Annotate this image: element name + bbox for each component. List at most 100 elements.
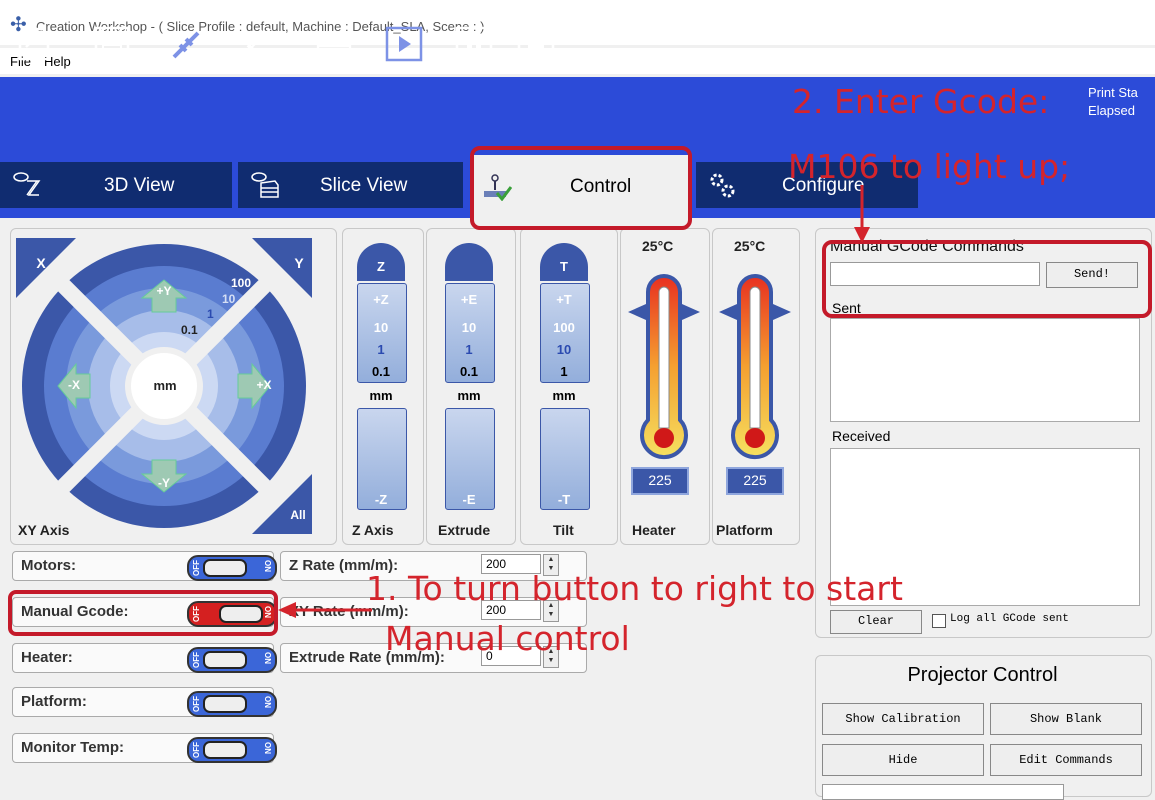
tilt-minus-button[interactable]: -T xyxy=(540,492,588,507)
monitor-temp-row: Monitor Temp: OFF ON xyxy=(12,733,277,763)
xy-all-home-button[interactable]: All xyxy=(283,508,313,522)
tilt-plus-button[interactable]: +T xyxy=(540,292,588,307)
z-home-label: Z xyxy=(377,259,385,274)
print-status: Print Sta Elapsed xyxy=(1088,84,1138,120)
annotation-step2-line1: 2. Enter Gcode: xyxy=(792,82,1050,121)
pause-icon[interactable] xyxy=(454,25,494,63)
platform-setpoint-value: 225 xyxy=(743,472,767,488)
tilt-step-10[interactable]: 10 xyxy=(540,342,588,357)
eye-hourglass-icon xyxy=(13,172,41,196)
switch-on-text: ON xyxy=(263,560,272,572)
switch-off-text: OFF xyxy=(192,560,201,576)
show-calibration-button[interactable]: Show Calibration xyxy=(822,703,984,735)
z-step-10[interactable]: 10 xyxy=(357,320,405,335)
heater-toggle-label: Heater: xyxy=(21,649,73,666)
xy-step-100[interactable]: 100 xyxy=(231,276,251,290)
tilt-step-100[interactable]: 100 xyxy=(540,320,588,335)
platform-setpoint[interactable]: 225 xyxy=(726,467,784,495)
heater-label: Heater xyxy=(632,522,676,538)
stop-icon[interactable] xyxy=(516,25,556,63)
z-axis-label: Z Axis xyxy=(352,522,394,538)
xy-step-0-1[interactable]: 0.1 xyxy=(181,323,198,337)
platform-temp: 25°C xyxy=(734,238,766,254)
tab-slice-view-label: Slice View xyxy=(320,175,408,196)
received-label: Received xyxy=(832,428,891,444)
play-icon[interactable] xyxy=(384,25,424,63)
xy-unit-label: mm xyxy=(153,378,177,393)
switch-off-text: OFF xyxy=(192,696,201,712)
extrude-label: Extrude xyxy=(438,522,491,538)
edit-commands-button[interactable]: Edit Commands xyxy=(990,744,1142,776)
hide-button[interactable]: Hide xyxy=(822,744,984,776)
extrude-step-10[interactable]: 10 xyxy=(445,320,493,335)
xy-step-10[interactable]: 10 xyxy=(222,292,235,306)
sent-log[interactable] xyxy=(830,318,1140,422)
xy-minus-y-button[interactable]: -Y xyxy=(150,476,178,490)
slice-icon[interactable] xyxy=(314,25,354,63)
elapsed-label: Elapsed xyxy=(1088,103,1135,118)
motors-row: Motors: OFF ON xyxy=(12,551,277,581)
manual-gcode-highlight xyxy=(8,590,278,636)
switch-on-text: ON xyxy=(263,652,272,664)
tilt-step-1[interactable]: 1 xyxy=(540,364,588,379)
xy-plus-x-button[interactable]: +X xyxy=(250,378,278,392)
extrude-plus-button[interactable]: +E xyxy=(445,292,493,307)
platform-thermometer[interactable] xyxy=(717,262,793,462)
monitor-temp-toggle[interactable]: OFF ON xyxy=(187,737,277,763)
motors-label: Motors: xyxy=(21,557,76,574)
log-all-checkbox[interactable] xyxy=(932,614,946,628)
xy-x-home-button[interactable]: X xyxy=(26,255,56,271)
print-status-label: Print Sta xyxy=(1088,85,1138,100)
xy-y-home-button[interactable]: Y xyxy=(284,255,314,271)
annotation-arrow-down xyxy=(854,185,870,243)
xy-step-1[interactable]: 1 xyxy=(207,307,214,321)
z-step-0-1[interactable]: 0.1 xyxy=(357,364,405,379)
extrude-minus-button[interactable]: -E xyxy=(445,492,493,507)
heater-toggle[interactable]: OFF ON xyxy=(187,647,277,673)
control-tab-highlight xyxy=(470,146,692,230)
heater-temp: 25°C xyxy=(642,238,674,254)
platform-label: Platform xyxy=(716,522,773,538)
z-unit: mm xyxy=(369,388,393,403)
tab-3d-view-label: 3D View xyxy=(104,175,175,196)
switch-off-text: OFF xyxy=(192,742,201,758)
monitor-temp-label: Monitor Temp: xyxy=(21,739,125,756)
extrude-step-0-1[interactable]: 0.1 xyxy=(445,364,493,379)
switch-on-text: ON xyxy=(263,696,272,708)
disconnect-icon[interactable] xyxy=(166,25,206,63)
save-icon[interactable]: 0 xyxy=(92,25,132,63)
annotation-step1-line2: Manual control xyxy=(385,619,630,658)
clear-button[interactable]: Clear xyxy=(830,610,922,634)
gcode-input-highlight xyxy=(822,240,1152,318)
heater-setpoint-value: 225 xyxy=(648,472,672,488)
show-blank-button[interactable]: Show Blank xyxy=(990,703,1142,735)
annotation-step2-line2: M106 to light up; xyxy=(788,147,1071,186)
connect-icon[interactable] xyxy=(236,25,276,63)
platform-toggle[interactable]: OFF ON xyxy=(187,691,277,717)
gears-icon xyxy=(710,173,735,198)
tab-slice-view[interactable]: Slice View xyxy=(238,162,463,208)
heater-row: Heater: OFF ON xyxy=(12,643,277,673)
eye-layers-icon xyxy=(251,172,279,198)
annotation-step1-line1: 1. To turn button to right to start xyxy=(366,569,903,608)
extrude-step-1[interactable]: 1 xyxy=(445,342,493,357)
svg-text:0: 0 xyxy=(109,50,115,61)
z-minus-button[interactable]: -Z xyxy=(357,492,405,507)
xy-plus-y-button[interactable]: +Y xyxy=(150,284,178,298)
tilt-label: Tilt xyxy=(553,522,574,538)
motors-toggle[interactable]: OFF ON xyxy=(187,555,277,581)
tab-3d-view[interactable]: 3D View xyxy=(0,162,232,208)
platform-toggle-label: Platform: xyxy=(21,693,87,710)
z-plus-button[interactable]: +Z xyxy=(357,292,405,307)
xy-axis-label: XY Axis xyxy=(18,522,70,538)
open-icon[interactable] xyxy=(16,25,56,63)
z-step-1[interactable]: 1 xyxy=(357,342,405,357)
heater-setpoint[interactable]: 225 xyxy=(631,467,689,495)
xy-minus-x-button[interactable]: -X xyxy=(60,378,88,392)
extrude-unit: mm xyxy=(457,388,481,403)
annotation-arrow-left xyxy=(278,602,372,618)
tilt-home-label: T xyxy=(560,259,568,274)
tilt-unit: mm xyxy=(552,388,576,403)
switch-on-text: ON xyxy=(263,742,272,754)
heater-thermometer[interactable] xyxy=(626,262,702,462)
